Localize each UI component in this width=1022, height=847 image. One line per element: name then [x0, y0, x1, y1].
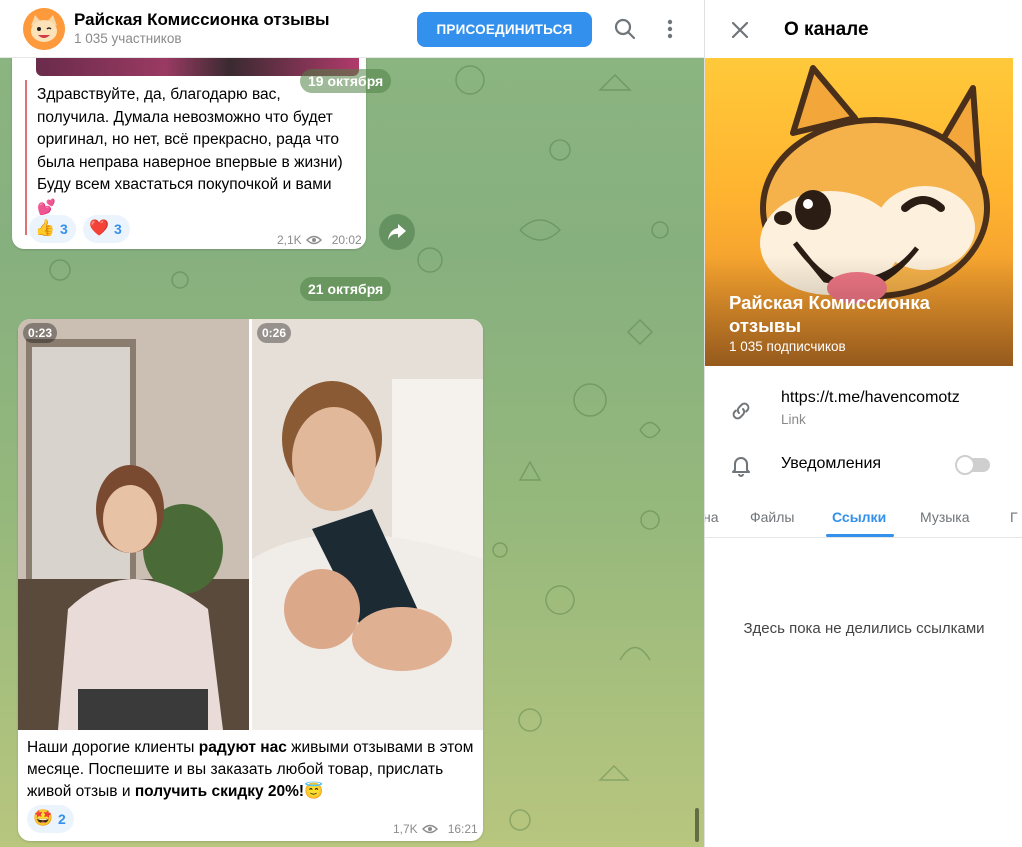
chat-panel: Райская Комиссионка отзывы 1 035 участни…: [0, 0, 704, 847]
share-button[interactable]: [379, 214, 415, 250]
notifications-toggle[interactable]: [955, 455, 990, 475]
date-separator: 19 октября: [300, 69, 392, 93]
video-duration: 0:23: [23, 323, 58, 343]
message-text: Наши дорогие клиенты радуют нас живыми о…: [27, 737, 477, 803]
close-icon[interactable]: [729, 19, 751, 41]
message-text-part: Наши дорогие клиенты: [27, 739, 199, 756]
message-line: оригинал, но нет, всё прекрасно, рада чт…: [37, 131, 339, 148]
more-vertical-icon[interactable]: [659, 16, 681, 42]
video-thumbnail[interactable]: 0:26: [252, 319, 483, 730]
link-caption: Link: [781, 412, 806, 427]
message-line: получила. Думала невозможно что будет: [37, 108, 333, 126]
tab-links[interactable]: Ссылки: [832, 509, 886, 525]
reaction-count: 3: [60, 221, 68, 237]
member-count: 1 035 участников: [74, 30, 182, 46]
channel-avatar[interactable]: [23, 7, 65, 50]
chat-title[interactable]: Райская Комиссионка отзывы: [74, 10, 330, 30]
tab-media[interactable]: на: [705, 509, 719, 525]
info-title: О канале: [784, 19, 869, 40]
channel-name: Райская Комиссионка отзывы: [729, 292, 930, 336]
video-preview-woman: [18, 319, 249, 730]
notifications-label: Уведомления: [781, 455, 882, 472]
message-text-bold: радуют нас: [198, 739, 287, 756]
message-text-bold: получить скидку 20%!: [134, 783, 305, 800]
message-bubble[interactable]: 0:23 0:26 Наши дорогие клиенты радуют на…: [18, 319, 483, 841]
active-tab-indicator: [826, 534, 894, 537]
message-line: Буду всем хвастаться покупочкой и вами: [37, 176, 332, 193]
link-icon: [732, 402, 750, 420]
notifications-row[interactable]: Уведомления: [705, 455, 1022, 479]
thumbs-up-icon: 👍: [35, 220, 55, 237]
channel-cover[interactable]: Райская Комиссионка отзывы 1 035 подписч…: [705, 58, 1013, 366]
message-line: была неправа наверное впервые в жизни): [37, 153, 343, 171]
view-count: 1,7K: [393, 822, 418, 836]
hearts-emoji: 💕: [37, 198, 56, 216]
join-button[interactable]: ПРИСОЕДИНИТЬСЯ: [417, 12, 592, 47]
eye-icon: [305, 235, 322, 245]
quote-bar: [25, 80, 27, 235]
channel-info-panel: О канале Райская Комиссионка отзывы 1 03…: [704, 0, 1022, 847]
channel-link[interactable]: https://t.me/havencomotz: [781, 389, 960, 407]
reaction-star-struck[interactable]: 🤩 2: [27, 805, 74, 833]
subscriber-count: 1 035 подписчиков: [729, 339, 846, 354]
scrollbar-thumb[interactable]: [695, 808, 699, 842]
tab-music[interactable]: Музыка: [920, 509, 970, 525]
share-icon: [388, 224, 406, 240]
heart-icon: ❤️: [89, 220, 109, 237]
reaction-count: 2: [58, 811, 66, 827]
reaction-count: 3: [114, 221, 122, 237]
media-tabs: на Файлы Ссылки Музыка Г: [705, 498, 1022, 538]
message-text: Здравствуйте, да, благодарю вас, получил…: [37, 84, 367, 219]
tab-files[interactable]: Файлы: [750, 509, 794, 525]
message-time: 20:02: [331, 233, 362, 247]
video-duration: 0:26: [257, 323, 292, 343]
video-preview-man: [252, 319, 483, 730]
toggle-knob: [955, 455, 975, 475]
empty-links-message: Здесь пока не делились ссылками: [743, 620, 985, 637]
video-thumbnail[interactable]: 0:23: [18, 319, 249, 730]
message-meta: 2,1K 20:02: [277, 233, 362, 247]
date-separator: 21 октября: [300, 277, 392, 301]
star-struck-icon: 🤩: [33, 810, 53, 827]
reaction-heart[interactable]: ❤️ 3: [83, 215, 130, 243]
message-text-part: 😇: [304, 783, 324, 800]
reaction-like[interactable]: 👍 3: [29, 215, 76, 243]
message-time: 16:21: [447, 822, 478, 836]
search-icon[interactable]: [612, 16, 638, 42]
tab-voice[interactable]: Г: [1010, 509, 1018, 525]
chat-header: Райская Комиссионка отзывы 1 035 участни…: [0, 0, 704, 58]
info-header: О канале: [705, 0, 1022, 58]
message-meta: 1,7K 16:21: [393, 822, 478, 836]
bell-icon: [732, 457, 750, 477]
link-row[interactable]: https://t.me/havencomotz Link: [705, 389, 1022, 433]
eye-icon: [421, 824, 438, 834]
view-count: 2,1K: [277, 233, 302, 247]
